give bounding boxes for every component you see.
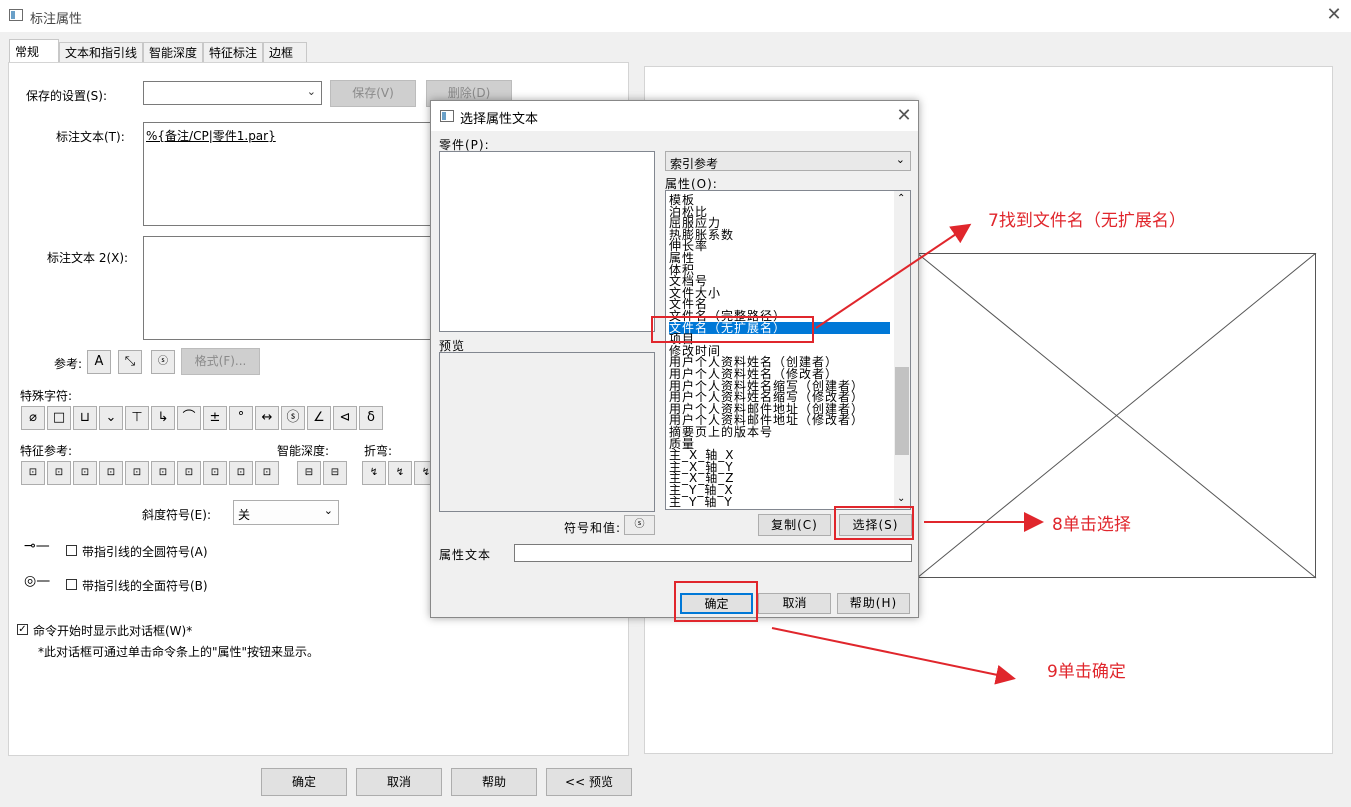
arrow-step9 — [771, 627, 1016, 685]
annotation-step7: 7找到文件名（无扩展名） — [988, 211, 1186, 231]
arrow-step7 — [815, 223, 972, 329]
annotation-step9: 9单击确定 — [1047, 662, 1126, 682]
annotation-arrows — [771, 223, 1044, 685]
annotation-step8: 8单击选择 — [1052, 515, 1131, 535]
